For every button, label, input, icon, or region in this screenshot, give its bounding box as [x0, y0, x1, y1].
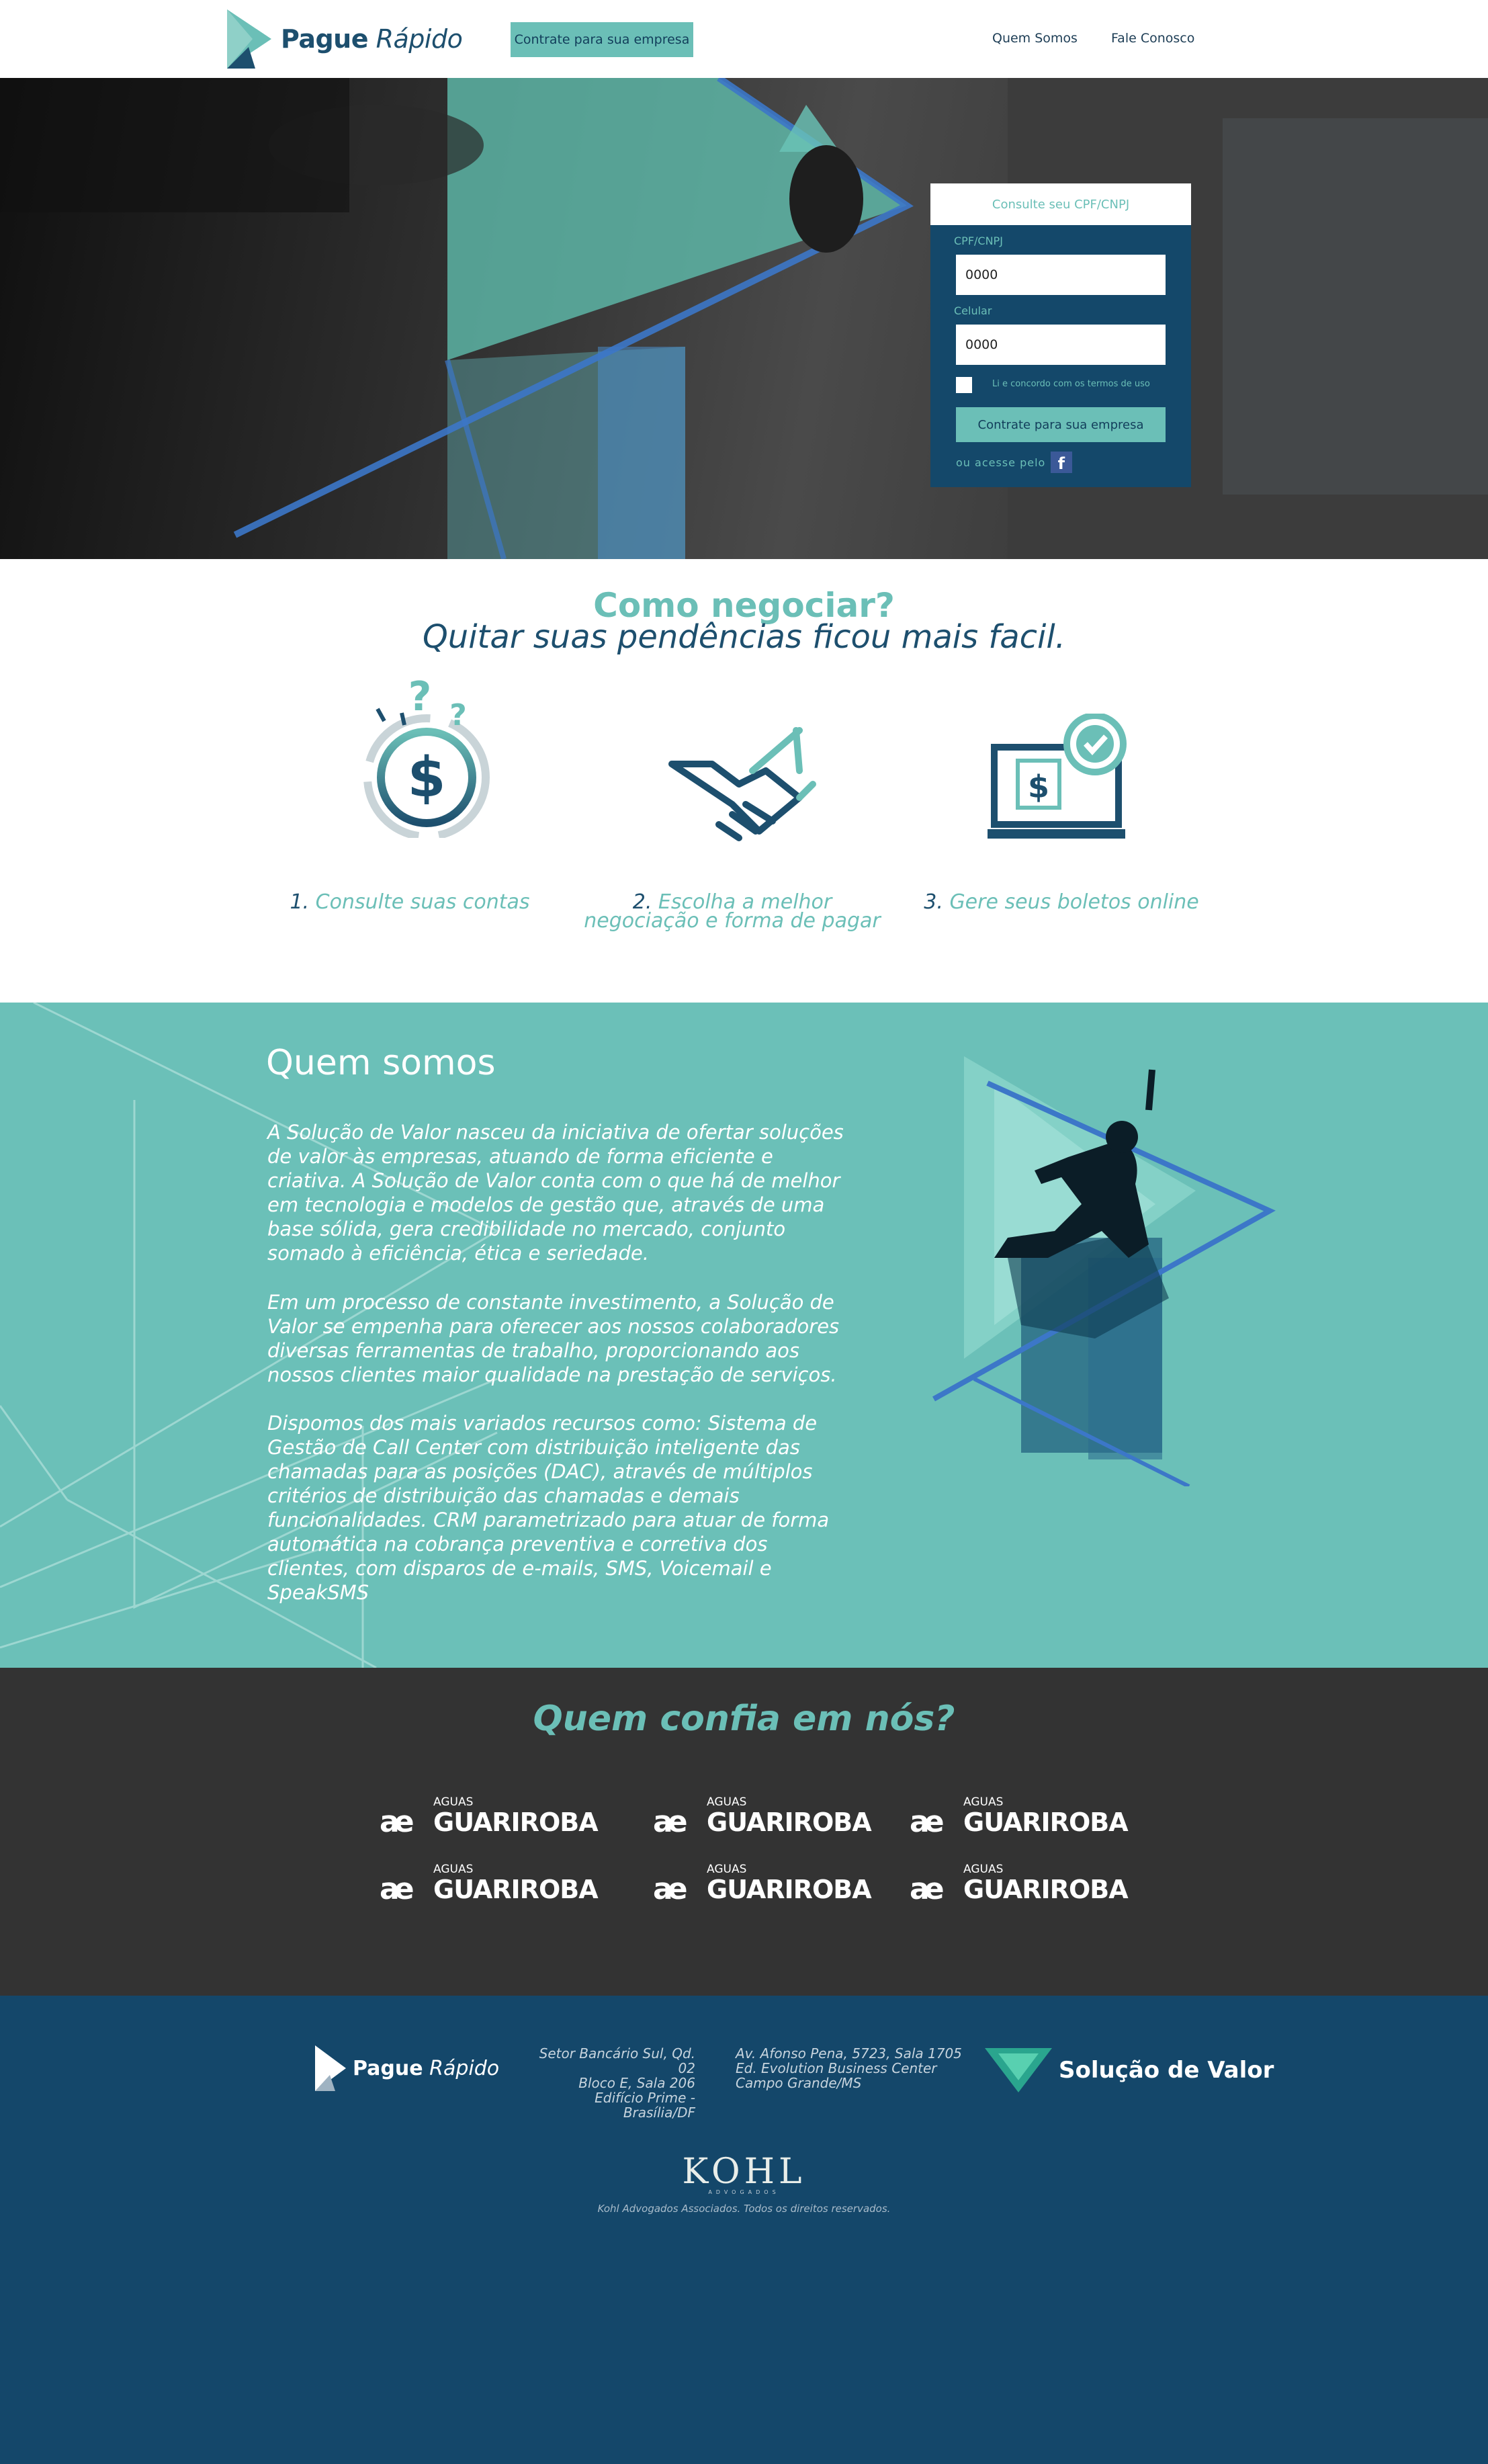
social-login: ou acesse pelo f	[956, 452, 1073, 473]
terms-label[interactable]: Li e concordo com os termos de uso	[992, 379, 1150, 389]
site-footer: Pague Rápido Setor Bancário Sul, Qd. 02 …	[0, 1996, 1488, 2464]
kohl-logo-subtitle: ADVOGADOS	[708, 2189, 780, 2195]
how-subtitle: Quitar suas pendências ficou mais facil.	[423, 618, 1065, 656]
about-section: Quem somos A Solução de Valor nasceu da …	[0, 1003, 1488, 1668]
phone-label: Celular	[954, 304, 992, 317]
svg-text:$: $	[407, 746, 445, 810]
client-logo: ae AGUAS GUARIROBA	[910, 1863, 1129, 1906]
triangle-logo-icon	[315, 2045, 346, 2091]
cpf-input[interactable]	[956, 255, 1166, 295]
footer-logo-wordmark: Pague Rápido	[353, 2056, 500, 2080]
step-2: 2. Escolha a melhor negociação e forma de…	[584, 890, 881, 933]
about-paragraph-1: A Solução de Valor nasceu da iniciativa …	[267, 1121, 844, 1265]
form-title: Consulte seu CPF/CNPJ	[930, 183, 1191, 225]
laptop-bill-check-icon: $	[988, 714, 1127, 839]
step-1: 1. Consulte suas contas	[290, 890, 530, 914]
facebook-icon[interactable]: f	[1051, 452, 1073, 473]
address-brasilia: Setor Bancário Sul, Qd. 02 Bloco E, Sala…	[539, 2045, 695, 2121]
about-paragraph-3: Dispomos dos mais variados recursos como…	[267, 1412, 830, 1604]
logo-wordmark: Pague Rápido	[281, 24, 463, 54]
svg-text:?: ?	[408, 677, 432, 720]
client-logo: ae AGUAS GUARIROBA	[380, 1863, 599, 1906]
client-logo: ae AGUAS GUARIROBA	[653, 1863, 872, 1906]
clients-section: Quem confia em nós? ae AGUAS GUARIROBA a…	[0, 1668, 1488, 1996]
copyright-text: Kohl Advogados Associados. Todos os dire…	[597, 2203, 891, 2215]
solucao-de-valor-logo[interactable]: Solução de Valor	[985, 2048, 1274, 2092]
inverted-triangle-icon	[985, 2048, 1052, 2092]
step-3: 3. Gere seus boletos online	[924, 890, 1199, 914]
site-header: Pague Rápido Contrate para sua empresa Q…	[0, 0, 1488, 78]
client-logo: ae AGUAS GUARIROBA	[910, 1795, 1129, 1839]
handshake-icon	[668, 727, 816, 841]
footer-logo[interactable]: Pague Rápido	[311, 2044, 499, 2092]
form-submit-button[interactable]: Contrate para sua empresa	[956, 407, 1166, 442]
clients-title: Quem confia em nós?	[533, 1699, 955, 1739]
how-section: Como negociar? Quitar suas pendências fi…	[0, 559, 1488, 1003]
terms-checkbox[interactable]	[956, 377, 972, 393]
triangle-logo-icon	[227, 9, 271, 69]
pague-rapido-logo[interactable]: Pague Rápido	[222, 7, 463, 71]
client-logo: ae AGUAS GUARIROBA	[380, 1795, 599, 1839]
hero-graphic	[0, 78, 1488, 559]
header-contract-button[interactable]: Contrate para sua empresa	[511, 22, 693, 57]
about-paragraph-2: Em um processo de constante investimento…	[267, 1291, 840, 1386]
svg-text:$: $	[1028, 769, 1049, 805]
nav-fale-conosco[interactable]: Fale Conosco	[1111, 31, 1194, 46]
jumping-person-illustration	[932, 1056, 1276, 1486]
hero-banner: Consulte seu CPF/CNPJ CPF/CNPJ Celular L…	[0, 78, 1488, 559]
kohl-logo: KOHL	[682, 2152, 806, 2192]
social-login-label: ou acesse pelo	[956, 456, 1046, 469]
address-campo-grande: Av. Afonso Pena, 5723, Sala 1705 Ed. Evo…	[736, 2045, 962, 2091]
cpf-label: CPF/CNPJ	[954, 235, 1003, 247]
about-title: Quem somos	[266, 1043, 496, 1083]
money-question-icon: $ ? ?	[363, 677, 490, 838]
svg-text:?: ?	[449, 698, 467, 732]
consult-form: Consulte seu CPF/CNPJ CPF/CNPJ Celular L…	[930, 183, 1191, 487]
phone-input[interactable]	[956, 325, 1166, 365]
nav-quem-somos[interactable]: Quem Somos	[992, 31, 1078, 46]
client-logo: ae AGUAS GUARIROBA	[653, 1795, 872, 1839]
